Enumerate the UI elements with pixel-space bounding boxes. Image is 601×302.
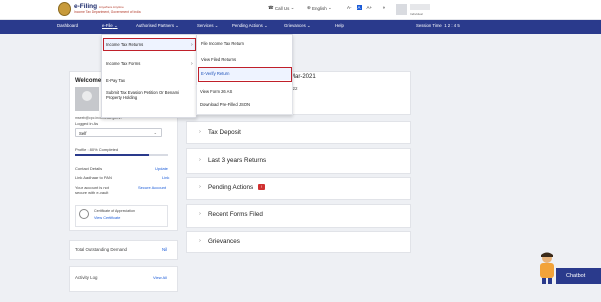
nav-pending-actions[interactable]: Pending Actions ⌄ <box>232 23 268 29</box>
section-title: Recent Forms Filed <box>208 211 263 218</box>
efiling-logo[interactable]: e-Filing Anywhere Anytime Income Tax Dep… <box>58 2 141 16</box>
menu-view-form-26as[interactable]: View Form 26 AS <box>200 89 232 94</box>
certificate-title: Certificate of Appreciation <box>94 209 135 213</box>
nav-services[interactable]: Services ⌄ <box>197 23 218 29</box>
text-size-normal[interactable]: A <box>356 5 362 10</box>
update-contact-link[interactable]: Update <box>155 166 168 171</box>
section-title: Last 3 years Returns <box>208 157 267 164</box>
emblem-icon <box>58 2 71 16</box>
nav-efile[interactable]: e-File ⌄ <box>102 23 118 29</box>
nav-authorised-partners[interactable]: Authorised Partners ⌄ <box>136 23 179 29</box>
profile-progress-fill <box>75 154 150 156</box>
nav-grievances[interactable]: Grievances ⌄ <box>284 23 311 29</box>
efile-dropdown: Income Tax Returns › Income Tax Forms › E-… <box>101 34 197 118</box>
secure-account-link[interactable]: Secure Account <box>138 185 166 190</box>
chevron-right-icon: › <box>191 42 193 48</box>
session-timer: Session Time 1 2 : 4 5 <box>416 23 460 28</box>
outstanding-demand-value[interactable]: Nil <box>162 247 167 252</box>
user-avatar[interactable] <box>396 4 407 15</box>
user-name[interactable] <box>410 4 430 10</box>
nav-help[interactable]: Help <box>335 23 344 28</box>
menu-e-pay-tax[interactable]: E-Pay Tax <box>106 78 125 83</box>
language-select[interactable]: ⊕ English ⌄ <box>307 5 332 11</box>
chevron-right-icon: › <box>191 61 193 67</box>
contact-details-label: Contact Details <box>75 166 103 171</box>
profile-progress-bar <box>75 154 168 156</box>
chevron-right-icon: › <box>199 129 201 135</box>
text-size-controls[interactable]: A- A A+ <box>347 5 377 10</box>
user-type: Individual <box>410 12 423 16</box>
itr-submenu: File Income Tax Return View Filed Return… <box>196 34 293 86</box>
logged-in-label: Logged in As <box>75 121 99 126</box>
call-us-link[interactable]: ☎ Call Us ⌄ <box>268 5 294 11</box>
contrast-icon[interactable]: ◑ <box>382 5 385 11</box>
chevron-right-icon: › <box>199 211 201 217</box>
menu-income-tax-forms[interactable]: Income Tax Forms › <box>106 61 193 67</box>
menu-submit-tax-evasion[interactable]: Submit Tax Evasion Petition Or Benami Pr… <box>106 90 192 100</box>
activity-view-all-link[interactable]: View All <box>153 275 167 280</box>
outstanding-demand-label: Total Outstanding Demand <box>75 247 127 252</box>
top-header: e-Filing Anywhere Anytime Income Tax Dep… <box>0 0 601 20</box>
activity-log-label: Activity Log <box>75 275 98 280</box>
chevron-right-icon: › <box>199 184 201 190</box>
logged-in-as-select[interactable]: Self ⌄ <box>75 128 162 137</box>
main-nav: Dashboard e-File ⌄ Authorised Partners ⌄… <box>0 20 601 34</box>
chevron-right-icon: › <box>199 238 201 244</box>
text-size-increase[interactable]: A+ <box>367 5 373 10</box>
certificate-icon <box>79 209 89 219</box>
text-size-decrease[interactable]: A- <box>347 5 352 10</box>
secure-text-line2: secure with e-vault <box>75 190 109 195</box>
link-aadhaar-label: Link Aadhaar to PAN <box>75 175 112 180</box>
menu-e-verify-return[interactable]: E-Verify Return <box>201 71 229 76</box>
logo-subtitle: Income Tax Department, Government of Ind… <box>74 9 141 14</box>
date-fragment: Mar-2021 <box>290 74 316 80</box>
section-title: Pending Actions <box>208 184 254 191</box>
menu-income-tax-returns[interactable]: Income Tax Returns › <box>106 42 193 48</box>
profile-avatar <box>75 87 99 111</box>
link-aadhaar-link[interactable]: Link <box>162 175 169 180</box>
view-certificate-link[interactable]: View Certificate <box>94 216 120 220</box>
section-title: Tax Deposit <box>208 129 241 136</box>
menu-view-filed-returns[interactable]: View Filed Returns <box>201 57 236 62</box>
section-title: Grievances <box>208 238 240 245</box>
pending-alert-badge: ! <box>258 184 265 190</box>
chatbot-avatar-icon[interactable] <box>536 251 558 284</box>
nav-dashboard[interactable]: Dashboard <box>57 23 78 28</box>
menu-file-income-tax-return[interactable]: File Income Tax Return <box>201 41 244 46</box>
menu-download-prefilled-json[interactable]: Download Pre-Filled JSON <box>200 102 250 107</box>
profile-completed-text: Profile : 80% Completed <box>75 147 119 152</box>
chevron-right-icon: › <box>199 157 201 163</box>
chatbot-button[interactable]: Chatbot <box>556 268 601 284</box>
